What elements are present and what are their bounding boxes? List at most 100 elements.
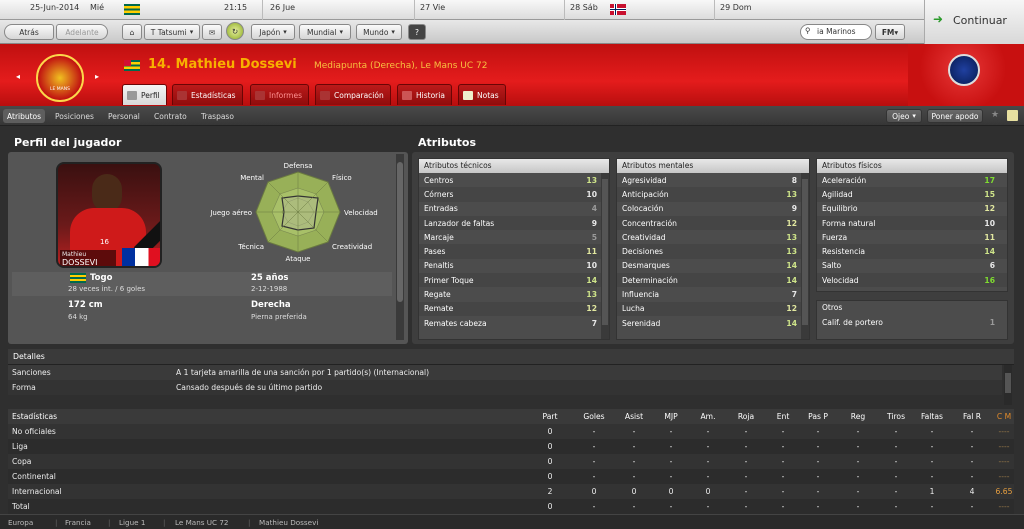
stats-col-header[interactable]: MJP <box>653 412 689 421</box>
subnav-contrato[interactable]: Contrato <box>150 109 191 123</box>
radar-label-velocidad: Velocidad <box>344 209 378 217</box>
stats-cell: - <box>816 487 820 496</box>
stats-col-header[interactable]: Goles <box>576 412 612 421</box>
physical-attributes: Atributos físicos Aceleración 17 Agilidad 1… <box>816 158 1008 292</box>
mental-attr-label: Influencia <box>622 290 660 300</box>
physical-attr-label: Fuerza <box>822 232 848 242</box>
stats-cell: - <box>744 442 748 451</box>
stats-col-header[interactable]: Ent <box>765 412 801 421</box>
physical-attr-value: 15 <box>984 189 995 199</box>
stats-cell: - <box>856 472 860 481</box>
technical-attr-label: Pases <box>424 247 446 257</box>
stats-cell: ---- <box>998 472 1010 481</box>
stats-col-header[interactable]: Faltas <box>914 412 950 421</box>
tab-perfil-label: Perfil <box>141 90 160 100</box>
mental-attr-row: Determinación 14 <box>617 273 809 288</box>
tab-comparacion[interactable]: Comparación <box>315 84 391 105</box>
stats-cell: - <box>632 427 636 436</box>
search-value: ia Marinos <box>817 27 856 36</box>
details-value-forma: Cansado después de su último partido <box>176 383 323 392</box>
tab-estadisticas[interactable]: Estadísticas <box>172 84 243 105</box>
norway-flag-icon <box>610 4 626 15</box>
stats-cell: - <box>970 442 974 451</box>
manager-dropdown[interactable]: T Tatsumi <box>144 24 200 40</box>
continue-label: Continuar <box>953 14 1007 27</box>
star-icon[interactable]: ★ <box>991 110 999 120</box>
nationality: Togo <box>90 273 113 283</box>
forward-button[interactable]: Adelante <box>56 24 108 40</box>
technical-attr-row: Entradas 4 <box>419 202 609 216</box>
stats-col-header[interactable]: Am. <box>690 412 726 421</box>
home-button[interactable]: ⌂ <box>122 24 142 40</box>
tab-informes[interactable]: Informes <box>250 84 309 105</box>
prev-player-icon[interactable]: ◂ <box>16 72 20 81</box>
stats-cell: - <box>894 457 898 466</box>
player-face <box>92 174 122 212</box>
world-cup-dropdown[interactable]: Mundial <box>299 24 351 40</box>
subnav-atributos[interactable]: Atributos <box>3 109 46 123</box>
world-dropdown[interactable]: Mundo <box>356 24 402 40</box>
breadcrumb-europa[interactable]: Europa <box>8 518 33 527</box>
arrow-right-icon: ➜ <box>933 12 944 26</box>
physical-attr-row: Aceleración 17 <box>817 173 1007 187</box>
subnav-personal[interactable]: Personal <box>104 109 144 123</box>
continue-button[interactable]: ➜ Continuar <box>924 0 1024 44</box>
back-button[interactable]: Atrás <box>4 24 54 40</box>
inbox-button[interactable]: ✉ <box>202 24 222 40</box>
technical-attr-row: Regate 13 <box>419 287 609 301</box>
stats-cell: - <box>894 472 898 481</box>
player-photo: 16 Mathieu DOSSEVI <box>56 162 162 268</box>
day-29[interactable]: 29 Dom <box>720 3 752 12</box>
details-row-forma: Forma Cansado después de su último parti… <box>8 380 1002 395</box>
stats-col-header[interactable]: Asist <box>616 412 652 421</box>
tab-notas[interactable]: Notas <box>458 84 506 105</box>
breadcrumb: Europa | Francia | Ligue 1 | Le Mans UC … <box>0 514 1024 529</box>
note-add-icon[interactable] <box>1007 110 1018 121</box>
breadcrumb-francia[interactable]: Francia <box>65 518 91 527</box>
stats-cell: - <box>856 442 860 451</box>
technical-attr-value: 7 <box>591 318 597 328</box>
day-26[interactable]: 26 Jue <box>270 3 295 12</box>
stats-col-header[interactable]: Pas P <box>800 412 836 421</box>
stats-col-header[interactable]: Roja <box>728 412 764 421</box>
subnav-posiciones[interactable]: Posiciones <box>51 109 98 123</box>
technical-attr-row: Centros 13 <box>419 173 609 187</box>
stats-cell: - <box>592 472 596 481</box>
tab-perfil[interactable]: Perfil <box>122 84 167 105</box>
stats-col-header[interactable]: Tiros <box>878 412 914 421</box>
day-28[interactable]: 28 Sáb <box>570 3 598 12</box>
stats-col-header[interactable]: Reg <box>840 412 876 421</box>
mental-attr-label: Desmarques <box>622 261 670 271</box>
stats-col-header[interactable]: C M <box>986 412 1022 421</box>
stats-col-header[interactable]: Fal R <box>954 412 990 421</box>
stats-cell: - <box>706 457 710 466</box>
technical-scrollbar[interactable] <box>601 173 609 339</box>
mental-attr-label: Concentración <box>622 218 677 228</box>
profile-scrollbar[interactable] <box>396 154 404 340</box>
search-input[interactable]: ⚲ ia Marinos <box>800 24 872 40</box>
japan-dropdown[interactable]: Japón <box>251 24 295 40</box>
subnav-traspaso[interactable]: Traspaso <box>197 109 238 123</box>
tab-historia[interactable]: Historia <box>397 84 452 105</box>
fm-menu-button[interactable]: FM ▾ <box>875 24 905 40</box>
stats-cell: ---- <box>998 457 1010 466</box>
scout-dropdown[interactable]: Ojeo <box>886 109 922 123</box>
day-27[interactable]: 27 Vie <box>420 3 445 12</box>
breadcrumb-club[interactable]: Le Mans UC 72 <box>175 518 229 527</box>
stats-cell: - <box>894 502 898 511</box>
mental-attr-label: Agresividad <box>622 175 667 185</box>
stats-cell: - <box>744 487 748 496</box>
next-player-icon[interactable]: ▸ <box>95 72 99 81</box>
breadcrumb-player[interactable]: Mathieu Dossevi <box>259 518 318 527</box>
status-orb-button[interactable]: ↻ <box>226 22 244 40</box>
mental-scrollbar[interactable] <box>801 173 809 339</box>
nickname-button[interactable]: Poner apodo <box>927 109 983 123</box>
others-attr-row: Calif. de portero 1 <box>817 315 1007 329</box>
help-button[interactable]: ? <box>408 24 426 40</box>
stats-row: Liga 0- - - - - - - - - - - ---- <box>8 439 1014 454</box>
stats-col-header[interactable]: Part <box>532 412 568 421</box>
details-scrollbar[interactable] <box>1004 365 1012 405</box>
stats-cell: - <box>816 427 820 436</box>
stats-col-header: Estadísticas <box>12 412 58 421</box>
breadcrumb-ligue1[interactable]: Ligue 1 <box>119 518 145 527</box>
